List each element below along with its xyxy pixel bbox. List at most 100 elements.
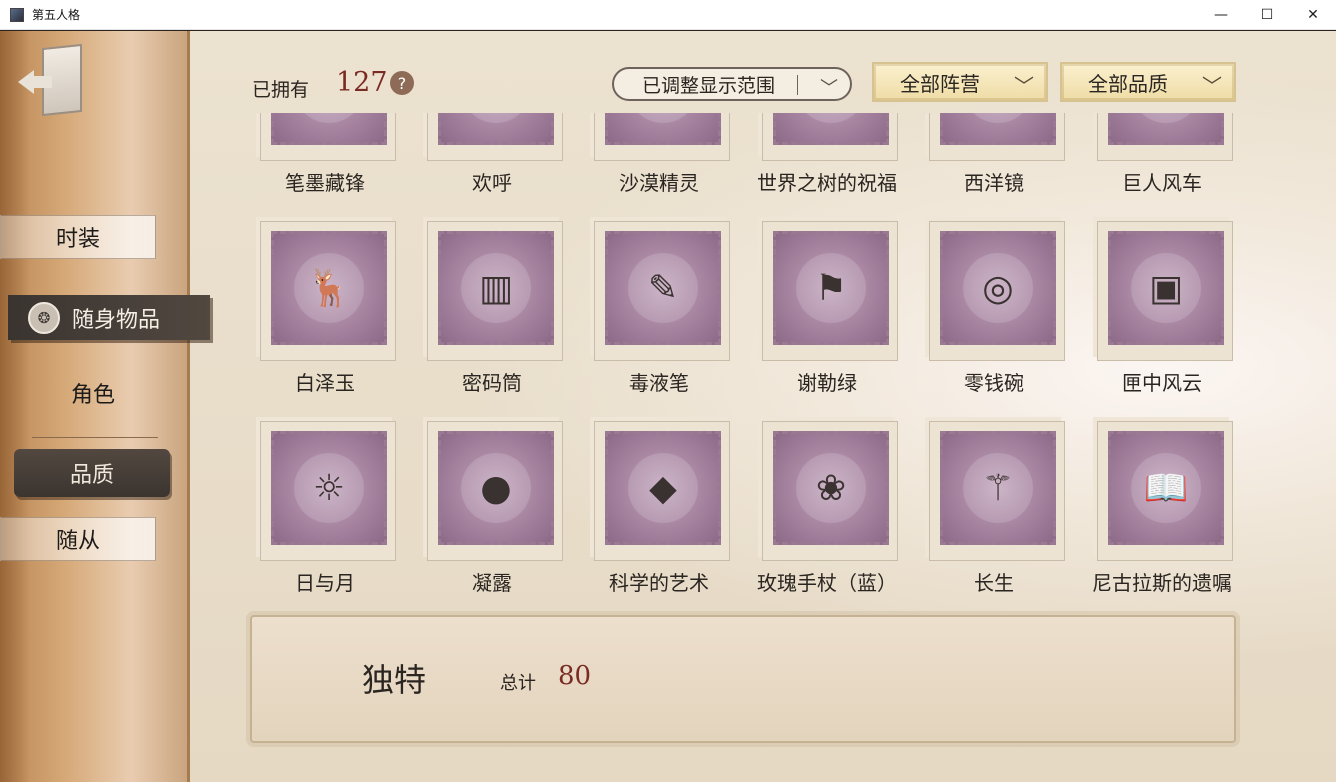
item-name: 长生 bbox=[974, 571, 1014, 595]
sidebar-tab-label: 随身物品 bbox=[72, 307, 161, 333]
back-button[interactable] bbox=[18, 43, 86, 117]
display-range-label: 已调整显示范围 bbox=[642, 74, 776, 97]
item-icon: ☼ bbox=[294, 453, 364, 523]
item-card[interactable]: ◆ 科学的艺术 bbox=[574, 421, 734, 595]
sidebar-tab-role[interactable]: 角色 bbox=[30, 373, 156, 413]
item-icon: ⚚ bbox=[963, 453, 1033, 523]
item-name: 世界之树的祝福 bbox=[757, 171, 897, 195]
sidebar-tab-label: 时装 bbox=[55, 227, 100, 252]
item-stamp-frame: ✺ bbox=[1097, 113, 1233, 161]
item-card[interactable]: ❦ 世界之树的祝福 bbox=[742, 113, 902, 195]
item-icon: ◎ bbox=[963, 253, 1033, 323]
item-card[interactable]: ▣ 匣中风云 bbox=[1077, 221, 1237, 395]
item-name: 谢勒绿 bbox=[797, 371, 857, 395]
item-icon: ● bbox=[461, 453, 531, 523]
close-button[interactable]: ✕ bbox=[1290, 0, 1336, 30]
chevron-down-icon: ﹀ bbox=[1202, 74, 1222, 98]
item-stamp-frame: ▣ bbox=[1097, 221, 1233, 361]
item-icon: 🦌 bbox=[294, 253, 364, 323]
item-stamp-frame: ◎ bbox=[929, 221, 1065, 361]
window-controls: — ☐ ✕ bbox=[1198, 0, 1336, 30]
item-card[interactable]: ✒ 笔墨藏锋 bbox=[240, 113, 400, 195]
item-name: 沙漠精灵 bbox=[619, 171, 699, 195]
item-icon: ♪ bbox=[461, 113, 531, 123]
minimize-button[interactable]: — bbox=[1198, 0, 1244, 30]
item-icon: ▥ bbox=[461, 253, 531, 323]
item-card[interactable]: ◎ 零钱碗 bbox=[909, 221, 1069, 395]
item-stamp-frame: ❀ bbox=[762, 421, 898, 561]
help-icon[interactable]: ? bbox=[390, 71, 414, 95]
sidebar-tab-label: 品质 bbox=[69, 463, 114, 488]
total-label: 总计 bbox=[500, 673, 536, 694]
item-card[interactable]: ☼ 日与月 bbox=[240, 421, 400, 595]
quality-filter-label: 全部品质 bbox=[1088, 71, 1168, 96]
item-icon: ❀ bbox=[796, 453, 866, 523]
item-card[interactable]: ✎ 毒液笔 bbox=[574, 221, 734, 395]
item-stamp-frame: ✒ bbox=[260, 113, 396, 161]
item-card[interactable]: ● 凝露 bbox=[407, 421, 567, 595]
item-name: 密码筒 bbox=[462, 371, 522, 395]
item-stamp-frame: 📖 bbox=[1097, 421, 1233, 561]
item-name: 白泽玉 bbox=[295, 371, 355, 395]
item-card[interactable]: 🦌 白泽玉 bbox=[240, 221, 400, 395]
item-stamp-frame: ✎ bbox=[594, 221, 730, 361]
item-stamp-frame: ✿ bbox=[594, 113, 730, 161]
item-stamp-frame: ▥ bbox=[427, 221, 563, 361]
item-card[interactable]: ❀ 玫瑰手杖（蓝） bbox=[742, 421, 902, 595]
item-name: 尼古拉斯的遗嘱 bbox=[1092, 571, 1232, 595]
faction-filter-label: 全部阵营 bbox=[900, 71, 980, 96]
item-stamp-frame: ⚑ bbox=[762, 221, 898, 361]
sidebar-divider bbox=[32, 437, 158, 438]
item-icon: ✒ bbox=[294, 113, 364, 123]
item-name: 欢呼 bbox=[472, 171, 512, 195]
item-icon: ✿ bbox=[628, 113, 698, 123]
window-titlebar: 第五人格 — ☐ ✕ bbox=[0, 0, 1336, 30]
item-stamp-frame: ◆ bbox=[594, 421, 730, 561]
item-icon: 📖 bbox=[1131, 453, 1201, 523]
app-icon bbox=[10, 7, 24, 22]
maximize-button[interactable]: ☐ bbox=[1244, 0, 1290, 30]
item-stamp-frame: ♪ bbox=[427, 113, 563, 161]
sidebar-tab-fashion[interactable]: 时装 bbox=[0, 215, 156, 259]
game-area: 时装 ❂ 随身物品 角色 品质 随从 已拥有 127 ? 已调整显示范围 ﹀ 全… bbox=[0, 31, 1336, 782]
sidebar-tab-quality[interactable]: 品质 bbox=[14, 449, 170, 497]
item-name: 科学的艺术 bbox=[609, 571, 709, 595]
sidebar-tab-label: 角色 bbox=[70, 383, 115, 408]
faction-filter-dropdown[interactable]: 全部阵营 ﹀ bbox=[872, 62, 1048, 102]
item-card[interactable]: ✿ 沙漠精灵 bbox=[574, 113, 734, 195]
item-card[interactable]: 📖 尼古拉斯的遗嘱 bbox=[1077, 421, 1237, 595]
item-grid: ✒ 笔墨藏锋 ♪ 欢呼 ✿ 沙漠精灵 ❦ 世界之树的祝福 ◉ 西洋镜 ✺ 巨人风车 🦌 白泽玉 ▥ 密码筒 ✎ 毒… bbox=[240, 113, 1250, 599]
item-name: 玫瑰手杖（蓝） bbox=[757, 571, 897, 595]
item-name: 匣中风云 bbox=[1122, 371, 1202, 395]
item-name: 零钱碗 bbox=[964, 371, 1024, 395]
item-icon: ◉ bbox=[963, 113, 1033, 123]
item-stamp-frame: ⚚ bbox=[929, 421, 1065, 561]
item-card[interactable]: ▥ 密码筒 bbox=[407, 221, 567, 395]
item-icon: ▣ bbox=[1131, 253, 1201, 323]
owned-label: 已拥有 bbox=[252, 79, 310, 101]
window-title: 第五人格 bbox=[32, 8, 81, 22]
quality-filter-dropdown[interactable]: 全部品质 ﹀ bbox=[1060, 62, 1236, 102]
item-stamp-frame: ❦ bbox=[762, 113, 898, 161]
sidebar-tab-follower[interactable]: 随从 bbox=[0, 517, 156, 561]
chevron-down-icon: ﹀ bbox=[820, 78, 838, 99]
item-name: 日与月 bbox=[295, 571, 355, 595]
item-card[interactable]: ✺ 巨人风车 bbox=[1077, 113, 1237, 195]
item-icon: ✎ bbox=[628, 253, 698, 323]
item-name: 毒液笔 bbox=[629, 371, 689, 395]
item-stamp-frame: ● bbox=[427, 421, 563, 561]
sidebar-tab-items[interactable]: ❂ 随身物品 bbox=[8, 295, 210, 340]
display-range-dropdown[interactable]: 已调整显示范围 ﹀ bbox=[612, 67, 852, 101]
emblem-icon: ❂ bbox=[28, 301, 60, 334]
item-card[interactable]: ◉ 西洋镜 bbox=[909, 113, 1069, 195]
quality-summary-panel: 独特 总计 80 bbox=[250, 615, 1236, 743]
item-stamp-frame: 🦌 bbox=[260, 221, 396, 361]
item-stamp-frame: ☼ bbox=[260, 421, 396, 561]
item-name: 巨人风车 bbox=[1122, 171, 1202, 195]
item-icon: ◆ bbox=[628, 453, 698, 523]
item-icon: ❦ bbox=[796, 113, 866, 123]
quality-title: 独特 bbox=[362, 661, 427, 699]
item-card[interactable]: ⚚ 长生 bbox=[909, 421, 1069, 595]
item-card[interactable]: ⚑ 谢勒绿 bbox=[742, 221, 902, 395]
item-card[interactable]: ♪ 欢呼 bbox=[407, 113, 567, 195]
